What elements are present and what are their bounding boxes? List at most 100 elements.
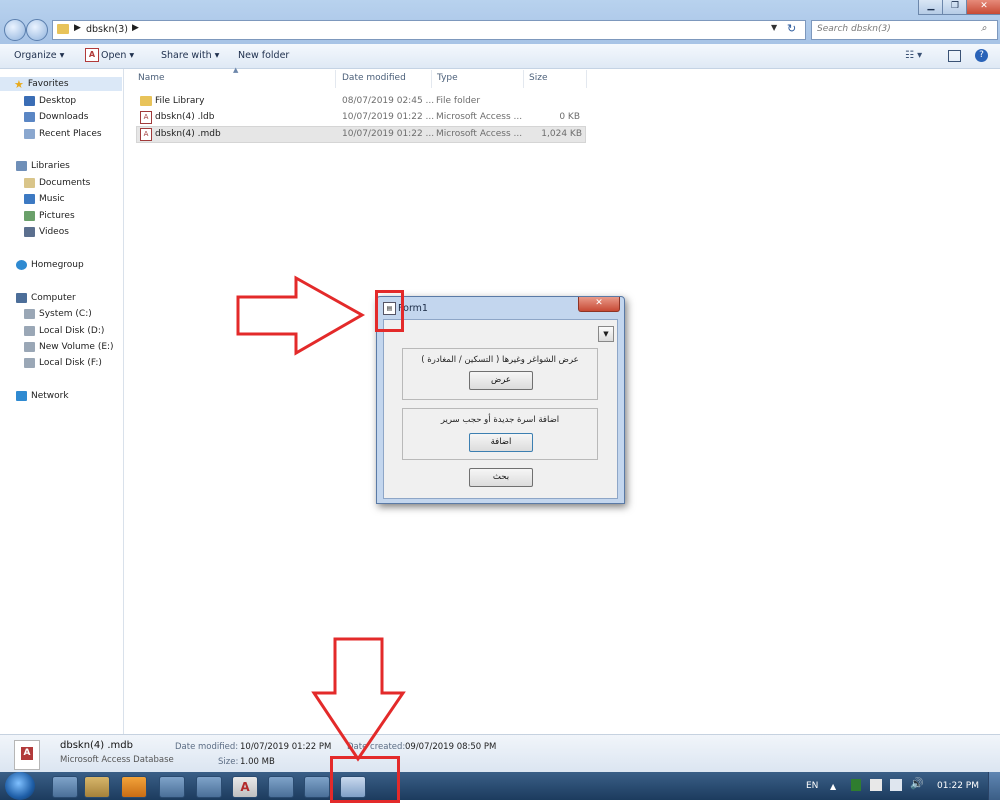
desktop-icon: [24, 96, 35, 106]
sidebar-item-network[interactable]: Network: [16, 389, 69, 403]
add-bed-group: اضافة اسرة جديدة أو حجب سرير اضافة: [402, 408, 598, 460]
sidebar-item-local-f[interactable]: Local Disk (F:): [24, 356, 102, 370]
column-header-type[interactable]: Type: [437, 73, 458, 83]
new-folder-button[interactable]: New folder: [238, 50, 289, 61]
file-row[interactable]: A dbskn(4) .ldb 10/07/2019 01:22 ... Mic…: [136, 110, 584, 125]
form1-window[interactable]: ▤ Form1 ✕ ▼ عرض الشواغر وغيرها ( التسكين…: [376, 296, 625, 504]
maximize-button[interactable]: ❐: [942, 0, 968, 15]
file-row[interactable]: File Library 08/07/2019 02:45 ... File f…: [136, 94, 584, 109]
language-indicator[interactable]: EN: [806, 781, 818, 791]
breadcrumb-chevron-icon[interactable]: ▶: [132, 23, 139, 33]
search-button[interactable]: بحث: [469, 468, 533, 487]
column-header-size[interactable]: Size: [529, 73, 547, 83]
open-button[interactable]: Open ▾: [101, 50, 134, 61]
minimize-button[interactable]: ▁: [918, 0, 944, 15]
taskbar-media-player-icon[interactable]: [121, 776, 147, 798]
access-letter-icon: A: [21, 747, 33, 760]
music-icon: [24, 194, 35, 204]
star-icon: ★: [14, 77, 24, 91]
taskbar-access-icon[interactable]: A: [232, 776, 258, 798]
column-header-date[interactable]: Date modified: [342, 73, 406, 83]
sidebar-item-label: Network: [31, 391, 69, 401]
date-modified-label: Date modified:: [175, 742, 239, 752]
sidebar-item-label: Local Disk (D:): [39, 326, 105, 336]
file-size: 0 KB: [559, 112, 580, 122]
sidebar-item-downloads[interactable]: Downloads: [24, 110, 88, 124]
start-button[interactable]: [5, 772, 35, 800]
show-desktop-button[interactable]: [988, 772, 1000, 800]
volume-icon[interactable]: 🔊: [910, 777, 924, 790]
dialog-client-area: ▼ عرض الشواغر وغيرها ( التسكين / المغادر…: [383, 319, 618, 499]
dialog-close-button[interactable]: ✕: [578, 297, 620, 312]
sidebar-item-new-volume-e[interactable]: New Volume (E:): [24, 340, 114, 354]
share-with-button[interactable]: Share with ▾: [161, 50, 219, 61]
folder-icon: [57, 24, 69, 34]
file-name: dbskn(4) .mdb: [155, 129, 221, 139]
sidebar-item-favorites[interactable]: ★ Favorites: [14, 77, 69, 91]
sidebar-item-recent-places[interactable]: Recent Places: [24, 127, 102, 141]
sidebar-item-label: System (C:): [39, 309, 92, 319]
sidebar-item-documents[interactable]: Documents: [24, 176, 90, 190]
drive-icon: [24, 342, 35, 352]
column-separator[interactable]: [335, 70, 336, 88]
sidebar-item-videos[interactable]: Videos: [24, 225, 69, 239]
back-button[interactable]: [4, 19, 26, 41]
taskbar-explorer-icon[interactable]: [84, 776, 110, 798]
preview-pane-icon[interactable]: [948, 50, 961, 62]
computer-icon: [16, 293, 27, 303]
sidebar-item-libraries[interactable]: Libraries: [16, 159, 70, 173]
sidebar-item-computer[interactable]: Computer: [16, 291, 76, 305]
dropdown-chevron-icon[interactable]: ▼: [598, 326, 614, 342]
search-input[interactable]: Search dbskn(3) ⌕: [811, 20, 998, 40]
sidebar-item-homegroup[interactable]: Homegroup: [16, 258, 84, 272]
details-filetype: Microsoft Access Database: [60, 755, 174, 765]
column-header-name[interactable]: Name: [138, 73, 165, 83]
refresh-icon[interactable]: ↻: [787, 22, 796, 35]
action-center-icon[interactable]: [870, 779, 882, 791]
details-filename: dbskn(4) .mdb: [60, 740, 133, 751]
column-separator[interactable]: [586, 70, 587, 88]
file-date: 08/07/2019 02:45 ...: [342, 96, 435, 106]
access-database-large-icon: A: [14, 740, 40, 770]
file-row-selected[interactable]: A dbskn(4) .mdb 10/07/2019 01:22 ... Mic…: [136, 126, 586, 143]
organize-label: Organize: [14, 50, 57, 61]
taskbar-app-icon[interactable]: [268, 776, 294, 798]
downloads-icon: [24, 112, 35, 122]
column-separator[interactable]: [523, 70, 524, 88]
sidebar-item-music[interactable]: Music: [24, 192, 65, 206]
navigation-pane: ★ Favorites Desktop Downloads Recent Plac…: [0, 69, 124, 734]
view-options-icon[interactable]: ☷ ▾: [905, 50, 922, 61]
search-icon[interactable]: ⌕: [981, 23, 987, 34]
add-button[interactable]: اضافة: [469, 433, 533, 452]
file-date: 10/07/2019 01:22 ...: [342, 112, 435, 122]
address-bar[interactable]: ▶ dbskn(3) ▶ ▼ ↻: [52, 20, 806, 40]
sidebar-item-pictures[interactable]: Pictures: [24, 209, 75, 223]
taskbar-monitor-icon[interactable]: [304, 776, 330, 798]
vacancy-group: عرض الشواغر وغيرها ( التسكين / المغادرة …: [402, 348, 598, 400]
taskbar-ie-icon[interactable]: [52, 776, 78, 798]
column-separator[interactable]: [431, 70, 432, 88]
videos-icon: [24, 227, 35, 237]
pictures-icon: [24, 211, 35, 221]
tray-expand-icon[interactable]: ▲: [830, 782, 836, 791]
title-bar: ▶ dbskn(3) ▶ ▼ ↻ Search dbskn(3) ⌕ ▁ ❐ ✕: [0, 0, 1000, 44]
access-app-icon: A: [85, 48, 99, 62]
network-tray-icon[interactable]: [890, 779, 902, 791]
taskbar-chrome-icon[interactable]: [159, 776, 185, 798]
organize-button[interactable]: Organize ▾: [14, 50, 64, 61]
breadcrumb[interactable]: dbskn(3): [86, 24, 128, 35]
taskbar-keyboard-icon[interactable]: [196, 776, 222, 798]
dropdown-icon[interactable]: ▼: [771, 23, 777, 32]
view-button[interactable]: عرض: [469, 371, 533, 390]
access-database-icon: A: [140, 128, 152, 141]
sidebar-item-label: Documents: [39, 178, 91, 188]
forward-button[interactable]: [26, 19, 48, 41]
folder-icon: [140, 96, 152, 106]
help-icon[interactable]: ?: [975, 49, 988, 62]
clock[interactable]: 01:22 PM: [937, 781, 979, 791]
close-button[interactable]: ✕: [966, 0, 1000, 15]
sidebar-item-local-d[interactable]: Local Disk (D:): [24, 324, 104, 338]
sidebar-item-desktop[interactable]: Desktop: [24, 94, 76, 108]
tray-app-icon[interactable]: [851, 779, 861, 791]
sidebar-item-system-c[interactable]: System (C:): [24, 307, 92, 321]
